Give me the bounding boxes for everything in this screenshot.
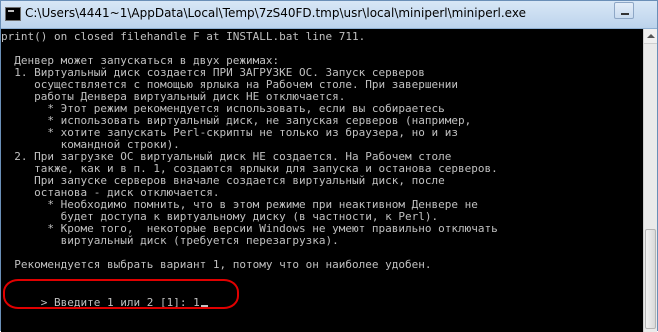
title-bar[interactable]: C:\Users\4441~1\AppData\Local\Temp\7zS40…	[1, 1, 657, 29]
error-line: print() on closed filehandle F at INSTAL…	[1, 30, 366, 43]
console-app-icon	[5, 7, 21, 21]
scroll-thumb[interactable]	[645, 229, 656, 329]
console-line: Рекомендуется выбрать вариант 1, потому …	[1, 258, 432, 271]
console-window: C:\Users\4441~1\AppData\Local\Temp\7zS40…	[0, 0, 658, 332]
vertical-scrollbar[interactable]	[643, 29, 657, 332]
scroll-up-arrow-icon[interactable]	[644, 29, 657, 44]
minimize-button[interactable]	[614, 2, 634, 19]
text-cursor	[200, 305, 208, 307]
prompt-text: > Введите 1 или 2 [1]: 1	[40, 296, 200, 309]
console-output[interactable]: print() on closed filehandle F at INSTAL…	[1, 29, 643, 332]
window-title: C:\Users\4441~1\AppData\Local\Temp\7zS40…	[25, 6, 526, 20]
console-line: виртуальный диск (требуется перезагрузка…	[1, 234, 339, 247]
input-prompt[interactable]: > Введите 1 или 2 [1]: 1	[1, 285, 208, 321]
